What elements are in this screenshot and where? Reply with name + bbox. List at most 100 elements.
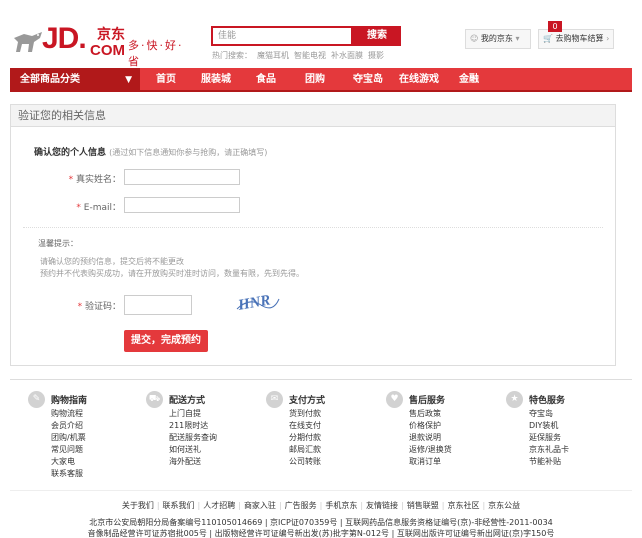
help-link[interactable]: 公司转账 — [289, 456, 321, 467]
name-label-text: 真实姓名： — [75, 175, 121, 185]
chevron-down-icon: ▼ — [125, 75, 132, 85]
help-link[interactable]: DIY装机 — [529, 420, 558, 431]
footer-link[interactable]: 友情链接 — [366, 501, 398, 510]
tip-line: 预约并不代表购买成功，请在开放购买时准时访问，数量有限，先到先得。 — [40, 269, 304, 278]
logo-jd-text: JD. — [42, 22, 87, 55]
all-categories-menu[interactable]: 全部商品分类 ▼ — [10, 68, 140, 92]
special-service-icon: ★ — [506, 391, 523, 408]
after-sales-icon: ♥ — [386, 391, 403, 408]
cart-button[interactable]: 🛒 去购物车结算 › — [538, 29, 614, 49]
required-star: * — [76, 203, 84, 213]
chevron-right-icon: › — [606, 34, 610, 43]
help-link[interactable]: 会员介绍 — [51, 420, 83, 431]
submit-reservation-button[interactable]: 提交，完成预约 — [124, 330, 208, 352]
help-link[interactable]: 联系客服 — [51, 468, 83, 479]
nav-item-finance[interactable]: 金融 — [459, 68, 479, 92]
captcha-label-text: 验证码： — [84, 302, 121, 312]
logo-slogan: 多·快·好·省 — [128, 39, 184, 68]
footer-link[interactable]: 商家入驻 — [244, 501, 276, 510]
logo-com-text: COM — [90, 42, 125, 59]
captcha-text: HNR — [236, 292, 272, 314]
nav-item-auction[interactable]: 夺宝岛 — [353, 68, 383, 92]
nav-item-groupbuy[interactable]: 团购 — [305, 68, 325, 92]
real-name-input[interactable] — [124, 169, 240, 185]
main-nav: 全部商品分类 ▼ 首页 服装城 食品 团购 夺宝岛 在线游戏 金融 — [10, 68, 632, 92]
help-title: 售后服务 — [409, 396, 446, 406]
help-link[interactable]: 售后政策 — [409, 408, 441, 419]
help-link[interactable]: 退款说明 — [409, 432, 441, 443]
help-link[interactable]: 上门自提 — [169, 408, 201, 419]
help-link[interactable]: 取消订单 — [409, 456, 441, 467]
footer-link[interactable]: 手机京东 — [325, 501, 357, 510]
email-label: * E-mail： — [65, 200, 121, 213]
help-link[interactable]: 如何送礼 — [169, 444, 201, 455]
jd-logo[interactable]: JD. 京东 COM 多·快·好·省 — [12, 20, 192, 68]
help-link[interactable]: 京东礼品卡 — [529, 444, 569, 455]
hot-word[interactable]: 摄影 — [368, 51, 384, 60]
hot-word[interactable]: 魔猫耳机 — [257, 51, 289, 60]
help-title: 支付方式 — [289, 396, 326, 406]
email-label-text: E-mail： — [83, 203, 121, 213]
all-categories-label: 全部商品分类 — [20, 74, 80, 85]
help-link[interactable]: 夺宝岛 — [529, 408, 553, 419]
footer-divider — [10, 379, 632, 380]
help-title: 配送方式 — [169, 396, 206, 406]
help-link[interactable]: 货到付款 — [289, 408, 321, 419]
required-star: * — [77, 302, 85, 312]
nav-item-home[interactable]: 首页 — [156, 68, 176, 92]
hot-word[interactable]: 补水面膜 — [331, 51, 363, 60]
cart-icon: 🛒 — [543, 34, 553, 43]
required-star: * — [68, 175, 76, 185]
footer-link[interactable]: 关于我们 — [122, 501, 154, 510]
payment-icon: ✉ — [266, 391, 283, 408]
help-title: 购物指南 — [51, 396, 88, 406]
footer-separator — [10, 490, 632, 491]
help-link[interactable]: 节能补贴 — [529, 456, 561, 467]
delivery-icon: ⛟ — [146, 391, 163, 408]
footer-link[interactable]: 人才招聘 — [203, 501, 235, 510]
help-link[interactable]: 配送服务查询 — [169, 432, 217, 443]
footer-link[interactable]: 广告服务 — [285, 501, 317, 510]
my-jd-label: 我的京东 — [480, 34, 513, 43]
cart-label: 去购物车结算 — [555, 34, 604, 43]
my-jd-button[interactable]: ☺ 我的京东 ▾ — [465, 29, 531, 49]
nav-item-clothing[interactable]: 服装城 — [201, 68, 231, 92]
help-link[interactable]: 邮局汇款 — [289, 444, 321, 455]
footer-link[interactable]: 京东社区 — [447, 501, 479, 510]
footer-link[interactable]: 京东公益 — [488, 501, 520, 510]
verify-panel: 验证您的相关信息 确认您的个人信息 (通过如下信息通知你参与抢购，请正确填写) … — [10, 104, 616, 366]
footer-license-line: 北京市公安局朝阳分局备案编号110105014669 | 京ICP证070359… — [89, 518, 553, 527]
footer-license-line: 音像制品经营许可证苏宿批005号 | 出版物经营许可证编号新出发(苏)批字第N-… — [87, 529, 555, 538]
help-link[interactable]: 在线支付 — [289, 420, 321, 431]
tip-title: 温馨提示： — [38, 239, 78, 248]
captcha-image[interactable]: HNR — [235, 289, 281, 315]
section-note: (通过如下信息通知你参与抢购，请正确填写) — [109, 148, 268, 157]
section-title: 确认您的个人信息 (通过如下信息通知你参与抢购，请正确填写) — [34, 145, 267, 158]
help-link[interactable]: 211限时达 — [169, 420, 208, 431]
footer-links: 关于我们 | 联系我们 | 人才招聘 | 商家入驻 | 广告服务 | 手机京东 | 友情链接 | 销售联盟 |… — [121, 501, 521, 510]
help-link[interactable]: 常见问题 — [51, 444, 83, 455]
help-link[interactable]: 延保服务 — [529, 432, 561, 443]
search-button[interactable]: 搜索 — [353, 26, 401, 46]
help-link[interactable]: 大家电 — [51, 456, 75, 467]
captcha-input[interactable] — [124, 295, 192, 315]
captcha-label: * 验证码： — [65, 299, 121, 312]
help-link[interactable]: 购物流程 — [51, 408, 83, 419]
email-input[interactable] — [124, 197, 240, 213]
help-link[interactable]: 价格保护 — [409, 420, 441, 431]
panel-title: 验证您的相关信息 — [11, 105, 615, 127]
hot-search-words: 热门搜索： 魔猫耳机 智能电视 补水面膜 摄影 — [212, 50, 389, 61]
nav-item-games[interactable]: 在线游戏 — [399, 68, 439, 92]
nav-item-food[interactable]: 食品 — [256, 68, 276, 92]
help-link[interactable]: 分期付款 — [289, 432, 321, 443]
help-link[interactable]: 海外配送 — [169, 456, 201, 467]
help-link[interactable]: 团购/机票 — [51, 432, 86, 443]
hot-word[interactable]: 智能电视 — [294, 51, 326, 60]
hot-search-label: 热门搜索： — [212, 51, 252, 60]
logo-cn-text: 京东 — [97, 27, 125, 43]
search-input[interactable]: 佳能 — [211, 26, 353, 46]
footer-link[interactable]: 销售联盟 — [407, 501, 439, 510]
footer-link[interactable]: 联系我们 — [163, 501, 195, 510]
tip-line: 请确认您的预约信息，提交后将不能更改 — [40, 257, 184, 266]
help-link[interactable]: 返修/退换货 — [409, 444, 452, 455]
